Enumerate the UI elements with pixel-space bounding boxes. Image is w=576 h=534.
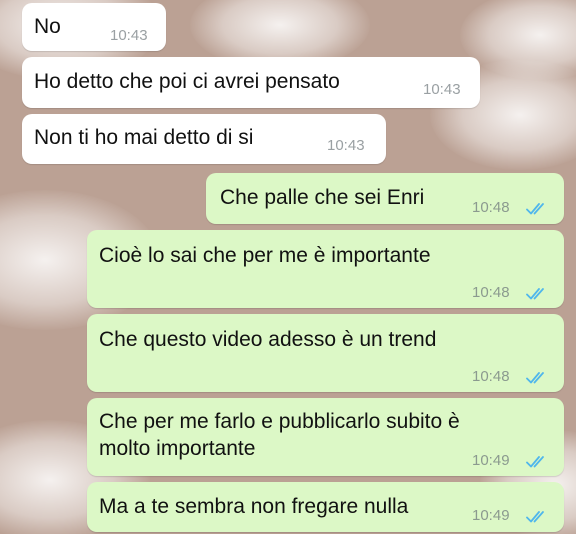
double-check-read-icon [526, 371, 548, 385]
message-text: Cioè lo sai che per me è importante [99, 244, 431, 267]
message-text: Che per me farlo e pubblicarlo subito è … [99, 410, 460, 460]
message-time: 10:48 [472, 199, 510, 216]
message-bubble-outgoing[interactable]: Che palle che sei Enri 10:48 [206, 173, 564, 224]
message-text: Ma a te sembra non fregare nulla [99, 495, 409, 518]
double-check-read-icon [526, 455, 548, 469]
message-text: Che palle che sei Enri [220, 186, 425, 209]
message-bubble-incoming[interactable]: Ho detto che poi ci avrei pensato 10:43 [22, 57, 480, 108]
message-time: 10:49 [472, 452, 510, 469]
message-time: 10:43 [110, 27, 148, 44]
message-bubble-outgoing[interactable]: Che questo video adesso è un trend 10:48 [87, 314, 564, 392]
message-bubble-outgoing[interactable]: Cioè lo sai che per me è importante 10:4… [87, 230, 564, 308]
double-check-read-icon [526, 287, 548, 301]
message-text: Che questo video adesso è un trend [99, 328, 437, 351]
message-time: 10:49 [472, 507, 510, 524]
double-check-read-icon [526, 202, 548, 216]
message-bubble-outgoing[interactable]: Che per me farlo e pubblicarlo subito è … [87, 398, 564, 476]
message-bubble-incoming[interactable]: No 10:43 [22, 3, 166, 51]
double-check-read-icon [526, 510, 548, 524]
message-text: Non ti ho mai detto di si [34, 126, 254, 149]
message-bubble-outgoing[interactable]: Ma a te sembra non fregare nulla 10:49 [87, 482, 564, 532]
message-time: 10:43 [423, 81, 461, 98]
message-text: No [34, 15, 61, 38]
message-text: Ho detto che poi ci avrei pensato [34, 70, 340, 93]
message-time: 10:43 [327, 137, 365, 154]
message-time: 10:48 [472, 284, 510, 301]
message-bubble-incoming[interactable]: Non ti ho mai detto di si 10:43 [22, 114, 386, 164]
message-time: 10:48 [472, 368, 510, 385]
